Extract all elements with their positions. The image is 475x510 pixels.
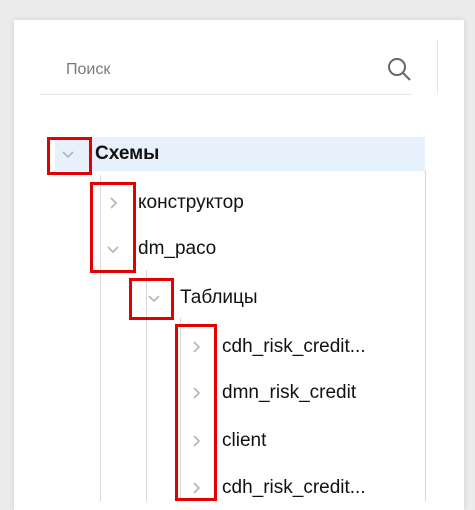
tree-node-table[interactable]: cdh_risk_credit... <box>188 330 418 364</box>
tree-node-label: client <box>222 430 267 451</box>
tree-node-label: dm_paco <box>138 238 217 259</box>
tree-node-konstruktor[interactable]: конструктор <box>105 186 405 220</box>
tree-node-table[interactable]: dmn_risk_credit <box>188 376 418 410</box>
highlight-box <box>129 278 174 320</box>
search-bar <box>40 40 412 95</box>
tree-node-label: cdh_risk_credit... <box>222 477 366 498</box>
highlight-box <box>90 182 136 273</box>
tree-node-table[interactable]: client <box>188 424 418 458</box>
scroll-track <box>425 170 426 501</box>
tree-node-tables[interactable]: Таблицы <box>146 281 416 315</box>
panel-divider <box>437 40 438 94</box>
search-input[interactable] <box>66 58 366 82</box>
tree-node-label: Таблицы <box>180 287 258 308</box>
tree-node-label: конструктор <box>138 192 244 213</box>
tree-node-table[interactable]: cdh_risk_credit... <box>188 471 418 505</box>
tree-node-label: cdh_risk_credit... <box>222 336 366 357</box>
highlight-box <box>47 137 92 175</box>
highlight-box <box>175 324 217 501</box>
search-icon[interactable] <box>386 56 412 82</box>
tree-node-schemas[interactable]: Схемы <box>55 137 425 171</box>
tree-node-dm-paco[interactable]: dm_paco <box>105 232 405 266</box>
tree-node-label: dmn_risk_credit <box>222 382 357 403</box>
tree-node-label: Схемы <box>95 143 160 164</box>
